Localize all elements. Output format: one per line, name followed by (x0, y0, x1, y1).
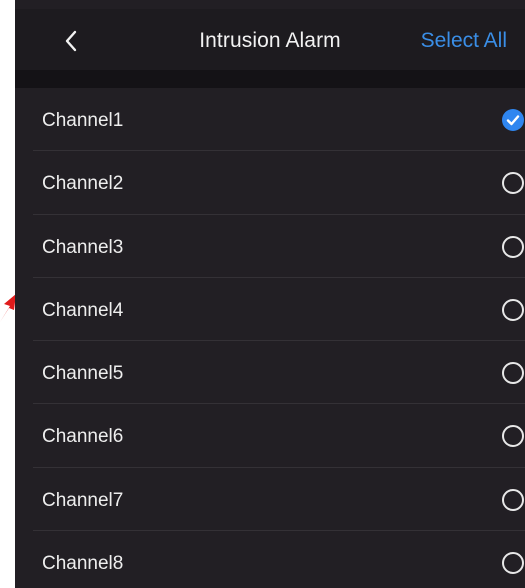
select-all-button[interactable]: Select All (421, 9, 507, 70)
unchecked-circle-icon[interactable] (502, 425, 524, 448)
unchecked-circle-icon[interactable] (502, 552, 524, 575)
channel-label: Channel6 (42, 426, 124, 448)
unchecked-circle-icon[interactable] (502, 298, 524, 321)
channel-label: Channel3 (42, 236, 124, 258)
checked-circle-icon[interactable] (502, 109, 524, 131)
section-divider (15, 70, 525, 88)
app-screen: Intrusion Alarm Select All Channel1 Chann… (15, 0, 525, 588)
back-button[interactable] (53, 19, 89, 63)
channel-label: Channel8 (42, 553, 124, 575)
unchecked-circle-icon[interactable] (502, 362, 524, 385)
channel-row[interactable]: Channel8 (15, 531, 525, 588)
channel-row[interactable]: Channel1 (15, 88, 525, 152)
channel-label: Channel1 (42, 110, 124, 131)
channel-label: Channel2 (42, 173, 124, 195)
unchecked-circle-icon[interactable] (502, 235, 524, 258)
channel-row[interactable]: Channel7 (15, 468, 525, 532)
navigation-bar: Intrusion Alarm Select All (15, 9, 525, 70)
channel-row[interactable]: Channel5 (15, 341, 525, 405)
channel-row[interactable]: Channel2 (15, 151, 525, 215)
screenshot-stage: Intrusion Alarm Select All Channel1 Chann… (0, 0, 525, 588)
chevron-left-icon (65, 30, 77, 52)
channel-list: Channel1 Channel2 Channel3 Channel4 Channel5… (15, 88, 525, 588)
channel-label: Channel7 (42, 489, 124, 511)
channel-row[interactable]: Channel4 (15, 278, 525, 342)
channel-label: Channel5 (42, 363, 124, 385)
channel-row[interactable]: Channel6 (15, 404, 525, 469)
channel-label: Channel4 (42, 299, 124, 321)
channel-row[interactable]: Channel3 (15, 215, 525, 279)
unchecked-circle-icon[interactable] (502, 172, 524, 195)
unchecked-circle-icon[interactable] (502, 488, 524, 511)
